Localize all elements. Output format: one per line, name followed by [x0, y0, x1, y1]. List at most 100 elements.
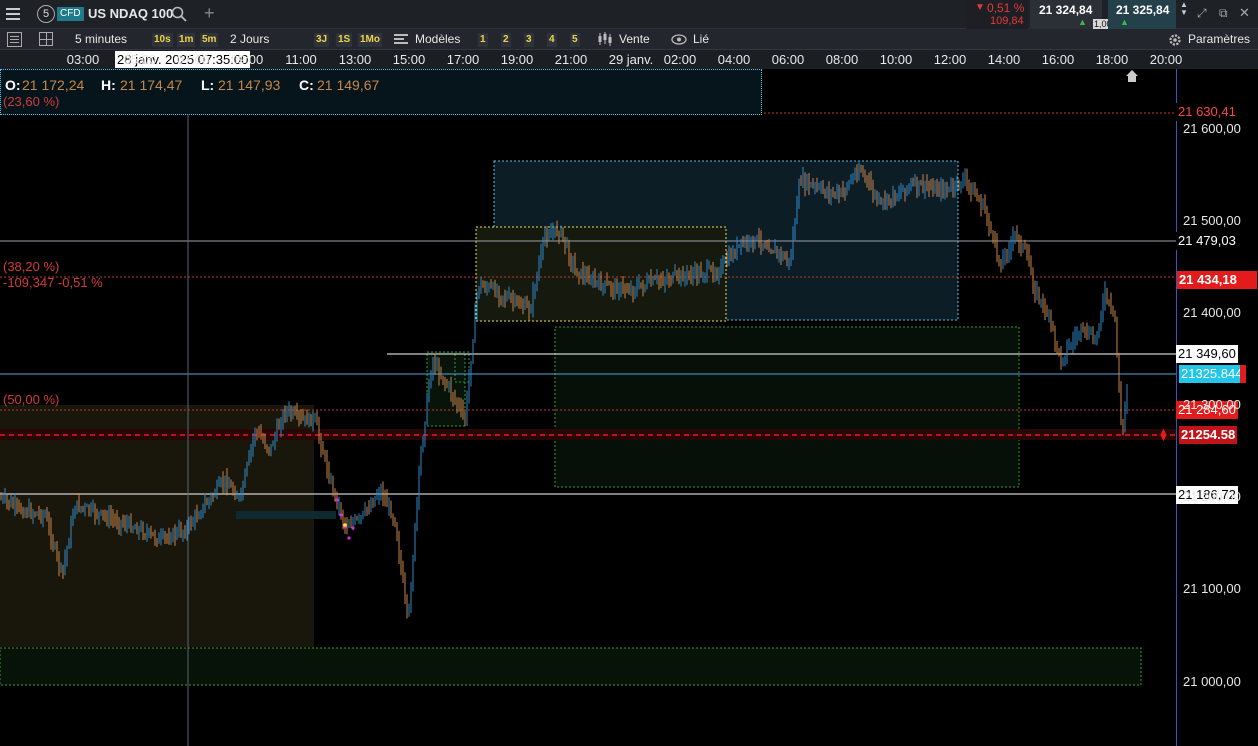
time-axis-tick: 29 janv. — [608, 52, 654, 67]
time-axis-tick: 13:00 — [338, 52, 372, 67]
time-axis-tick: 07:00 — [176, 52, 210, 67]
interval-shortcut-button[interactable]: 1m — [177, 33, 196, 47]
interval-selector[interactable]: 5 minutes — [75, 32, 127, 46]
model-slot-button[interactable]: 2 — [501, 33, 511, 47]
highlight-marker — [343, 523, 347, 527]
price-tag-line-upper: 21 479,03 — [1176, 232, 1238, 250]
model-slot-button[interactable]: 1 — [478, 33, 488, 47]
open-value: 21 172,24 — [22, 77, 85, 93]
models-icon[interactable] — [394, 33, 408, 45]
close-icon[interactable]: ✕ — [1239, 5, 1250, 21]
highlight-marker — [351, 526, 355, 530]
price-axis-label: 21 400,00 — [1183, 305, 1241, 321]
zone-green-mid — [554, 326, 1020, 488]
time-axis-tick: 12:00 — [933, 52, 967, 67]
scroll-arrows-icon[interactable]: ▲ ▼ — [1180, 1, 1188, 17]
time-axis-tick: 20:00 — [1149, 52, 1183, 67]
time-axis-tick: 21:00 — [554, 52, 588, 67]
linked-toggle[interactable]: Lié — [693, 32, 709, 46]
chart-canvas[interactable] — [0, 69, 1176, 746]
candlestick-icon — [598, 32, 612, 46]
alert-handle-icon[interactable]: ▲ ▼ — [1158, 427, 1169, 444]
models-menu[interactable]: Modèles — [415, 32, 460, 46]
price-axis-label: 21 200,00 — [1183, 489, 1241, 505]
price-axis-label: 21 000,00 — [1183, 673, 1241, 689]
time-axis-tick: 09:00 — [230, 52, 264, 67]
highlight-marker — [335, 498, 339, 502]
high-label: H: — [101, 77, 116, 93]
bid-up-icon: ▲ — [1078, 17, 1087, 27]
ask-button[interactable]: 21 325,84 ▲ — [1108, 0, 1176, 29]
price-chart[interactable] — [0, 69, 1176, 746]
bid-button[interactable]: 21 324,84 ▲ — [1030, 0, 1102, 29]
time-axis-tick: 02:00 — [663, 52, 697, 67]
model-slot-button[interactable]: 3 — [524, 33, 534, 47]
settings-button[interactable]: Paramètres — [1188, 32, 1250, 46]
period-shortcut-button[interactable]: 1S — [336, 33, 353, 47]
high-value: 21 174,47 — [120, 77, 183, 93]
zone-teal-bar — [236, 511, 336, 519]
ask-price: 21 325,84 — [1116, 3, 1170, 17]
highlight-marker — [339, 513, 343, 517]
tab-number-badge[interactable]: 5 — [37, 5, 55, 23]
price-tag-fib-38-2: 21 434,18 — [1177, 271, 1257, 289]
instrument-type-badge: CFD — [57, 7, 84, 21]
time-axis-tick: 08:00 — [825, 52, 859, 67]
price-tag-fib-23-6: 21 630,41 — [1176, 103, 1238, 121]
menu-icon[interactable] — [6, 6, 20, 22]
change-value: 109,84 — [990, 15, 1024, 27]
expand-icon[interactable]: ⤢ — [1197, 6, 1207, 21]
fib-label-38-2: (38,20 %) — [3, 259, 60, 274]
time-axis-tick: 10:00 — [879, 52, 913, 67]
low-value: 21 147,93 — [218, 77, 281, 93]
interval-shortcut-button[interactable]: 5m — [200, 33, 219, 47]
change-percent: 0,51 % — [987, 1, 1025, 15]
eye-icon[interactable] — [671, 34, 687, 45]
time-axis-tick: 04:00 — [717, 52, 751, 67]
highlight-marker — [347, 536, 351, 540]
interval-shortcut-button[interactable]: 10s — [152, 33, 173, 47]
period-selector[interactable]: 2 Jours — [230, 32, 269, 46]
price-axis-label: 21 100,00 — [1183, 581, 1241, 597]
time-axis-tick: 03:00 — [66, 52, 100, 67]
price-tag-current: 21325.844 — [1179, 365, 1244, 383]
change-box: ▼ 0,51 % 109,84 — [966, 0, 1028, 29]
layout-grid-icon[interactable] — [39, 32, 53, 46]
instrument-name[interactable]: US NDAQ 100 — [88, 6, 173, 21]
open-label: O: — [5, 77, 21, 93]
add-tab-icon[interactable]: + — [204, 3, 215, 24]
change-down-icon: ▼ — [975, 2, 985, 13]
time-axis-tick: 19:00 — [500, 52, 534, 67]
zone-bottom — [0, 647, 1142, 686]
price-axis-label: 21 300,00 — [1183, 397, 1241, 413]
price-tag-current-edge — [1240, 365, 1246, 383]
time-axis-tick: 06:00 — [771, 52, 805, 67]
fib-label-50: (50,00 %) — [3, 392, 60, 407]
time-axis-tick: 05:00 — [123, 52, 157, 67]
close-label: C: — [299, 77, 314, 93]
time-axis-tick: 18:00 — [1095, 52, 1129, 67]
side-selector[interactable]: Vente — [619, 32, 650, 46]
price-axis-label: 21 500,00 — [1183, 212, 1241, 228]
model-slot-button[interactable]: 5 — [570, 33, 580, 47]
list-view-icon[interactable] — [7, 32, 22, 47]
model-slot-button[interactable]: 4 — [547, 33, 557, 47]
close-value: 21 149,67 — [317, 77, 380, 93]
period-shortcut-button[interactable]: 1Mo — [358, 33, 382, 47]
time-axis-tick: 17:00 — [446, 52, 480, 67]
zone-olive — [0, 405, 314, 647]
gear-icon[interactable] — [1168, 33, 1182, 47]
bid-price: 21 324,84 — [1039, 3, 1093, 17]
period-shortcut-button[interactable]: 3J — [314, 33, 330, 47]
price-tag-line-mid: 21 349,60 — [1176, 345, 1238, 363]
price-tag-alert[interactable]: 21254.58 — [1179, 426, 1238, 444]
window-title-bar: 5 CFD US NDAQ 100 + ▼ 0,51 % 109,84 21 3… — [0, 0, 1258, 29]
low-label: L: — [201, 77, 215, 93]
fib-label-38-2-change: -109,347 -0,51 % — [3, 275, 103, 290]
time-axis-tick: 14:00 — [987, 52, 1021, 67]
fib-label-23-6: (23,60 %) — [3, 94, 60, 109]
price-axis-label: 21 600,00 — [1183, 120, 1241, 136]
ask-up-icon: ▲ — [1120, 17, 1129, 27]
search-icon[interactable] — [171, 6, 187, 22]
popout-icon[interactable]: ⧉ — [1219, 6, 1228, 21]
